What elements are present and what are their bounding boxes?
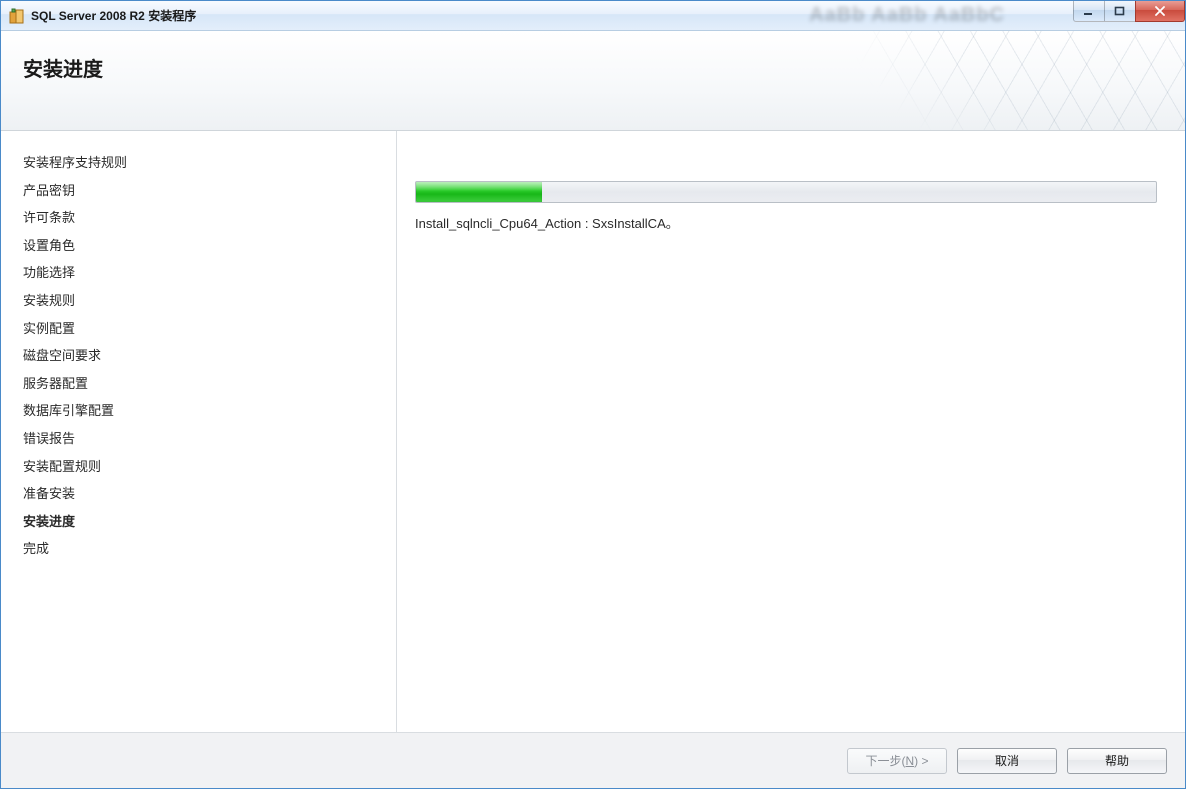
sidebar-step: 数据库引擎配置 [23, 397, 374, 425]
header: 安装进度 [1, 31, 1185, 131]
minimize-button[interactable] [1073, 1, 1105, 22]
window-title: SQL Server 2008 R2 安装程序 [31, 7, 196, 24]
sidebar-steps: 安装程序支持规则 产品密钥 许可条款 设置角色 功能选择 安装规则 实例配置 磁… [1, 131, 397, 732]
sidebar-step: 安装规则 [23, 287, 374, 315]
next-button-hotkey: N [905, 754, 914, 768]
cancel-button[interactable]: 取消 [957, 748, 1057, 774]
maximize-button[interactable] [1104, 1, 1136, 22]
main-content: Install_sqlncli_Cpu64_Action : SxsInstal… [397, 131, 1185, 732]
sidebar-step: 准备安装 [23, 480, 374, 508]
sidebar-step: 服务器配置 [23, 370, 374, 398]
next-button-prefix: 下一步( [865, 752, 905, 769]
installer-window: SQL Server 2008 R2 安装程序 AaBb AaBb AaBbC … [0, 0, 1186, 789]
sidebar-step: 许可条款 [23, 204, 374, 232]
sidebar-step: 设置角色 [23, 232, 374, 260]
help-button[interactable]: 帮助 [1067, 748, 1167, 774]
titlebar-background-blur: AaBb AaBb AaBbC [261, 1, 1005, 30]
sidebar-step: 产品密钥 [23, 177, 374, 205]
close-button[interactable] [1135, 1, 1185, 22]
titlebar[interactable]: SQL Server 2008 R2 安装程序 AaBb AaBb AaBbC [1, 1, 1185, 31]
body: 安装程序支持规则 产品密钥 许可条款 设置角色 功能选择 安装规则 实例配置 磁… [1, 131, 1185, 733]
sidebar-step: 磁盘空间要求 [23, 342, 374, 370]
sidebar-step: 功能选择 [23, 259, 374, 287]
progress-status-text: Install_sqlncli_Cpu64_Action : SxsInstal… [415, 213, 1157, 232]
sidebar-step-current: 安装进度 [23, 508, 374, 536]
footer: 下一步(N) > 取消 帮助 [1, 733, 1185, 788]
next-button-suffix: ) > [914, 754, 928, 768]
page-title: 安装进度 [1, 31, 1185, 82]
next-button[interactable]: 下一步(N) > [847, 748, 947, 774]
sidebar-step: 完成 [23, 535, 374, 563]
sidebar-step: 安装程序支持规则 [23, 149, 374, 177]
sidebar-step: 错误报告 [23, 425, 374, 453]
app-icon [9, 8, 25, 24]
window-controls [1074, 1, 1185, 22]
progress-bar [415, 181, 1157, 203]
progress-bar-fill [416, 182, 542, 202]
sidebar-step: 实例配置 [23, 315, 374, 343]
sidebar-step: 安装配置规则 [23, 453, 374, 481]
